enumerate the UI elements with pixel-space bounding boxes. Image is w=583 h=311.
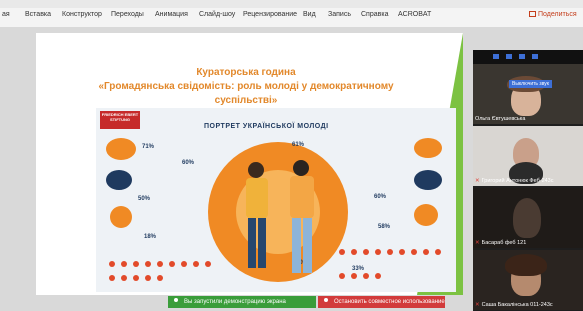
share-button[interactable]: Поделиться — [529, 11, 577, 18]
status-dot-icon — [174, 298, 178, 302]
stop-sharing-label: Остановить совместное использование — [334, 299, 445, 305]
tab-animation[interactable]: Анимация — [155, 11, 188, 18]
participant-tile[interactable]: ✕ Григорий Антонюк Феб-243с — [473, 126, 583, 186]
slide-subtitle-line1: «Громадянська свідомість: роль молоді у … — [98, 81, 394, 92]
participant-face — [513, 198, 541, 238]
tab-help[interactable]: Справка — [361, 11, 388, 18]
stat-label: 58% — [378, 224, 391, 230]
gallery-view-icon[interactable] — [519, 54, 525, 59]
muted-mic-icon: ✕ — [475, 178, 480, 184]
minimize-icon[interactable] — [493, 54, 499, 59]
grid-view-icon[interactable] — [532, 54, 538, 59]
tab-transitions[interactable]: Переходы — [111, 11, 144, 18]
stat-shape — [414, 138, 442, 158]
muted-mic-icon: ✕ — [475, 302, 480, 308]
ribbon-tabs: ая Вставка Конструктор Переходы Анимация… — [0, 8, 583, 28]
share-label: Поделиться — [538, 11, 577, 18]
tab-insert[interactable]: Вставка — [25, 11, 51, 18]
participant-tile[interactable]: ✕ Басараб феб 121 — [473, 188, 583, 248]
tab-view[interactable]: Вид — [303, 11, 316, 18]
participant-name: Ольга Євтушевська — [475, 116, 526, 122]
share-icon — [529, 11, 536, 17]
participant-name: Саша Бакалінська 011-243с — [481, 302, 553, 308]
infographic-image: FRIEDRICH EBERT STIFTUNG ПОРТРЕТ УКРАЇНС… — [96, 108, 456, 292]
tab-partial[interactable]: ая — [2, 11, 10, 18]
tab-design[interactable]: Конструктор — [62, 11, 102, 18]
participant-tile[interactable]: Выключить звук Ольга Євтушевська — [473, 64, 583, 124]
participant-name: Григорий Антонюк Феб-243с — [481, 178, 554, 184]
participant-name-row: ✕ Басараб феб 121 — [475, 240, 526, 246]
youth-figures-illustration — [246, 160, 314, 273]
fes-logo-text: FRIEDRICH EBERT STIFTUNG — [101, 112, 139, 122]
stat-label: 71% — [142, 144, 155, 150]
stat-label: 50% — [138, 196, 151, 202]
tab-acrobat[interactable]: ACROBAT — [398, 11, 431, 18]
stat-shape — [106, 170, 132, 190]
muted-mic-icon: ✕ — [475, 240, 480, 246]
stat-label: 60% — [182, 160, 195, 166]
slide-subtitle-line2: суспільстві» — [214, 95, 278, 106]
stat-label: 18% — [144, 234, 157, 240]
stat-shape — [414, 170, 442, 190]
slide-title: Кураторська година — [196, 67, 296, 78]
stop-icon — [324, 298, 328, 302]
stat-shape — [110, 206, 132, 228]
stop-sharing-button[interactable]: Остановить совместное использование — [318, 296, 445, 308]
video-participants-panel: Выключить звук Ольга Євтушевська ✕ Григор… — [473, 50, 583, 311]
stat-label: 60% — [374, 194, 387, 200]
stat-shape — [414, 204, 438, 226]
stat-shape — [106, 138, 136, 160]
people-icons-row — [109, 261, 211, 281]
participant-tile[interactable]: ✕ Саша Бакалінська 011-243с — [473, 250, 583, 310]
screen-share-label: Вы запустили демонстрацию экрана — [184, 299, 286, 305]
participant-name: Басараб феб 121 — [481, 240, 527, 246]
infographic-heading: ПОРТРЕТ УКРАЇНСЬКОЇ МОЛОДІ — [204, 123, 329, 130]
people-icons-row — [339, 249, 441, 279]
screen-share-status: Вы запустили демонстрацию экрана — [168, 296, 316, 308]
video-toolbar — [473, 50, 583, 64]
stat-label: 61% — [292, 142, 305, 148]
mute-button[interactable]: Выключить звук — [509, 80, 552, 88]
tab-review[interactable]: Рецензирование — [243, 11, 297, 18]
tab-record[interactable]: Запись — [328, 11, 351, 18]
participant-name-row: ✕ Григорий Антонюк Феб-243с — [475, 178, 554, 184]
participant-name-row: ✕ Саша Бакалінська 011-243с — [475, 302, 553, 308]
tab-slideshow[interactable]: Слайд-шоу — [199, 11, 235, 18]
window-top-strip — [0, 0, 583, 8]
speaker-view-icon[interactable] — [506, 54, 512, 59]
participant-hair — [505, 254, 547, 276]
